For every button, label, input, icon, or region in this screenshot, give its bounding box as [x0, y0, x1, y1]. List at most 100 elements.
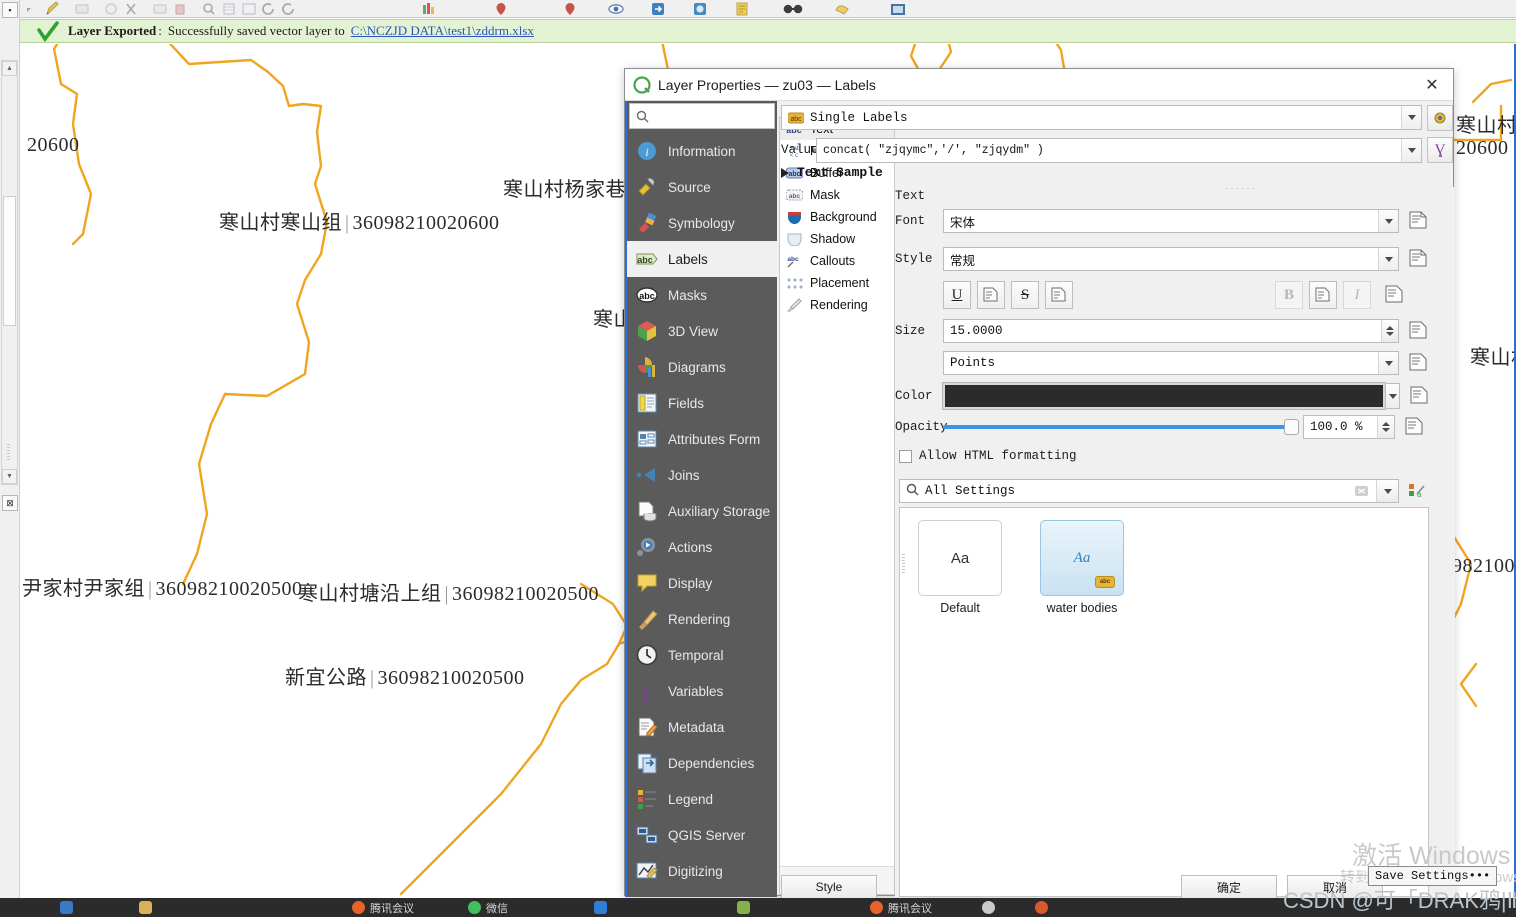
- marker-red-icon[interactable]: [492, 1, 510, 17]
- strikethrough-override-icon[interactable]: [1045, 281, 1073, 309]
- sidebar-item-variables[interactable]: Ɣ Variables: [627, 673, 777, 709]
- sidebar-item-information[interactable]: i Information: [627, 133, 777, 169]
- sidebar-item-auxiliary-storage[interactable]: Auxiliary Storage: [627, 493, 777, 529]
- highlight-icon[interactable]: [102, 1, 120, 17]
- splitter-grip-icon[interactable]: ······: [1225, 183, 1257, 194]
- dialog-title-bar[interactable]: Layer Properties — zu03 — Labels ✕: [625, 69, 1453, 101]
- redo-icon[interactable]: [24, 1, 42, 17]
- text-sample-header[interactable]: Text Sample: [781, 165, 883, 180]
- arrow-right-icon[interactable]: [649, 1, 667, 17]
- eye-icon[interactable]: [607, 1, 625, 17]
- size-input[interactable]: 15.0000: [943, 319, 1399, 343]
- taskbar-item[interactable]: 腾讯会议: [162, 898, 424, 917]
- refresh2-icon[interactable]: [280, 1, 298, 17]
- allow-html-row[interactable]: Allow HTML formatting: [899, 449, 1077, 463]
- preset-water-bodies[interactable]: Aa abc water bodies: [1040, 520, 1124, 615]
- dialog-nav[interactable]: i Information Source Symbology abc Labels abc M…: [625, 101, 777, 897]
- panel-collapse-icon[interactable]: ▪: [2, 2, 18, 18]
- sidebar-item-symbology[interactable]: Symbology: [627, 205, 777, 241]
- attribute-table-icon[interactable]: [220, 1, 238, 17]
- font-combo[interactable]: 宋体: [943, 209, 1399, 233]
- chevron-down-icon[interactable]: [1378, 210, 1398, 232]
- zoom-icon[interactable]: [200, 1, 218, 17]
- sidebar-item-display[interactable]: Display: [627, 565, 777, 601]
- clear-search-icon[interactable]: [1354, 483, 1370, 499]
- sidebar-item-3d-view[interactable]: 3D View: [627, 313, 777, 349]
- labels-content[interactable]: abc Single Labels Value concat( "zjqymc"…: [777, 101, 1455, 917]
- style-combo[interactable]: 常规: [943, 247, 1399, 271]
- strikethrough-button[interactable]: S: [1011, 281, 1039, 309]
- opacity-stepper[interactable]: [1377, 416, 1394, 438]
- close-icon[interactable]: ✕: [1417, 72, 1447, 98]
- map-vertical-scrollbar[interactable]: ▲ ▼: [1, 60, 18, 485]
- scroll-down-arrow-icon[interactable]: ▼: [2, 469, 17, 484]
- globe-icon[interactable]: [691, 1, 709, 17]
- bold-override-icon[interactable]: [1309, 281, 1337, 309]
- taskbar-item[interactable]: [0, 898, 83, 917]
- hand-icon[interactable]: [833, 1, 851, 17]
- qgis-toolbar[interactable]: [0, 0, 1516, 18]
- sidebar-item-attributes-form[interactable]: Attributes Form: [627, 421, 777, 457]
- preset-thumbnail[interactable]: Aa abc: [1040, 520, 1124, 596]
- edit-pencil-icon[interactable]: [44, 1, 62, 17]
- chart-icon[interactable]: [419, 1, 437, 17]
- sidebar-item-fields[interactable]: Fields: [627, 385, 777, 421]
- taskbar-item[interactable]: 微信: [424, 898, 518, 917]
- screen-icon[interactable]: [888, 1, 906, 17]
- preset-thumbnail[interactable]: Aa: [918, 520, 1002, 596]
- allow-html-checkbox[interactable]: [899, 449, 912, 463]
- sidebar-item-source[interactable]: Source: [627, 169, 777, 205]
- close-panel-icon[interactable]: ⊠: [2, 495, 18, 511]
- labeling-mode-combo[interactable]: abc Single Labels: [781, 105, 1422, 130]
- layer-properties-dialog[interactable]: Layer Properties — zu03 — Labels ✕ i Info…: [624, 68, 1455, 917]
- nav-search-input[interactable]: [629, 103, 775, 129]
- taskbar-item[interactable]: [617, 898, 760, 917]
- style-manager-button[interactable]: a: [1405, 479, 1429, 503]
- note-icon[interactable]: [733, 1, 751, 17]
- chevron-down-icon[interactable]: [1401, 106, 1421, 129]
- data-defined-override-icon[interactable]: [1407, 320, 1429, 342]
- sidebar-item-rendering[interactable]: Rendering: [627, 601, 777, 637]
- preset-default[interactable]: Aa Default: [918, 520, 1002, 615]
- sidebar-item-labels[interactable]: abc Labels: [627, 241, 777, 277]
- scrollbar-thumb[interactable]: [3, 196, 16, 326]
- sidebar-item-actions[interactable]: Actions: [627, 529, 777, 565]
- value-expression-combo[interactable]: concat( "zjqymc",'/', "zjqydm" ): [816, 137, 1422, 163]
- sidebar-item-qgis-server[interactable]: QGIS Server: [627, 817, 777, 853]
- sidebar-item-dependencies[interactable]: Dependencies: [627, 745, 777, 781]
- data-defined-override-icon[interactable]: [1407, 352, 1429, 374]
- size-stepper[interactable]: [1381, 320, 1398, 342]
- underline-override-icon[interactable]: [977, 281, 1005, 309]
- size-unit-combo[interactable]: Points: [943, 351, 1399, 375]
- expression-editor-button[interactable]: Ɣ: [1427, 137, 1453, 163]
- labeling-settings-button[interactable]: [1427, 105, 1453, 131]
- sidebar-item-temporal[interactable]: Temporal: [627, 637, 777, 673]
- data-defined-override-icon[interactable]: [1407, 210, 1429, 232]
- delete-icon[interactable]: [171, 1, 189, 17]
- marker-red2-icon[interactable]: [561, 1, 579, 17]
- sidebar-item-diagrams[interactable]: Diagrams: [627, 349, 777, 385]
- chevron-down-icon[interactable]: [1401, 138, 1421, 162]
- slider-knob[interactable]: [1284, 419, 1299, 435]
- layout-icon[interactable]: [240, 1, 258, 17]
- scroll-up-arrow-icon[interactable]: ▲: [2, 61, 17, 76]
- sidebar-item-legend[interactable]: Legend: [627, 781, 777, 817]
- refresh-icon[interactable]: [260, 1, 278, 17]
- label-icon[interactable]: [73, 1, 91, 17]
- data-defined-override-icon[interactable]: [1407, 248, 1429, 270]
- sidebar-item-masks[interactable]: abc Masks: [627, 277, 777, 313]
- exported-file-link[interactable]: C:\NCZJD DATA\test1\zddrm.xlsx: [351, 23, 534, 39]
- sidebar-item-joins[interactable]: Joins: [627, 457, 777, 493]
- taskbar-item[interactable]: 腾讯会议: [760, 898, 942, 917]
- taskbar-item[interactable]: [83, 898, 162, 917]
- chevron-down-icon[interactable]: [1376, 480, 1398, 502]
- italic-button[interactable]: I: [1343, 281, 1371, 309]
- style-presets-area[interactable]: Aa Default Aa abc water bodies: [899, 507, 1429, 897]
- text-color-swatch[interactable]: [942, 382, 1386, 410]
- underline-button[interactable]: U: [943, 281, 971, 309]
- data-defined-override-icon[interactable]: [1408, 385, 1430, 407]
- opacity-input[interactable]: 100.0 %: [1303, 415, 1395, 439]
- sidebar-item-metadata[interactable]: Metadata: [627, 709, 777, 745]
- chevron-down-icon[interactable]: [1378, 248, 1398, 270]
- cut-icon[interactable]: [122, 1, 140, 17]
